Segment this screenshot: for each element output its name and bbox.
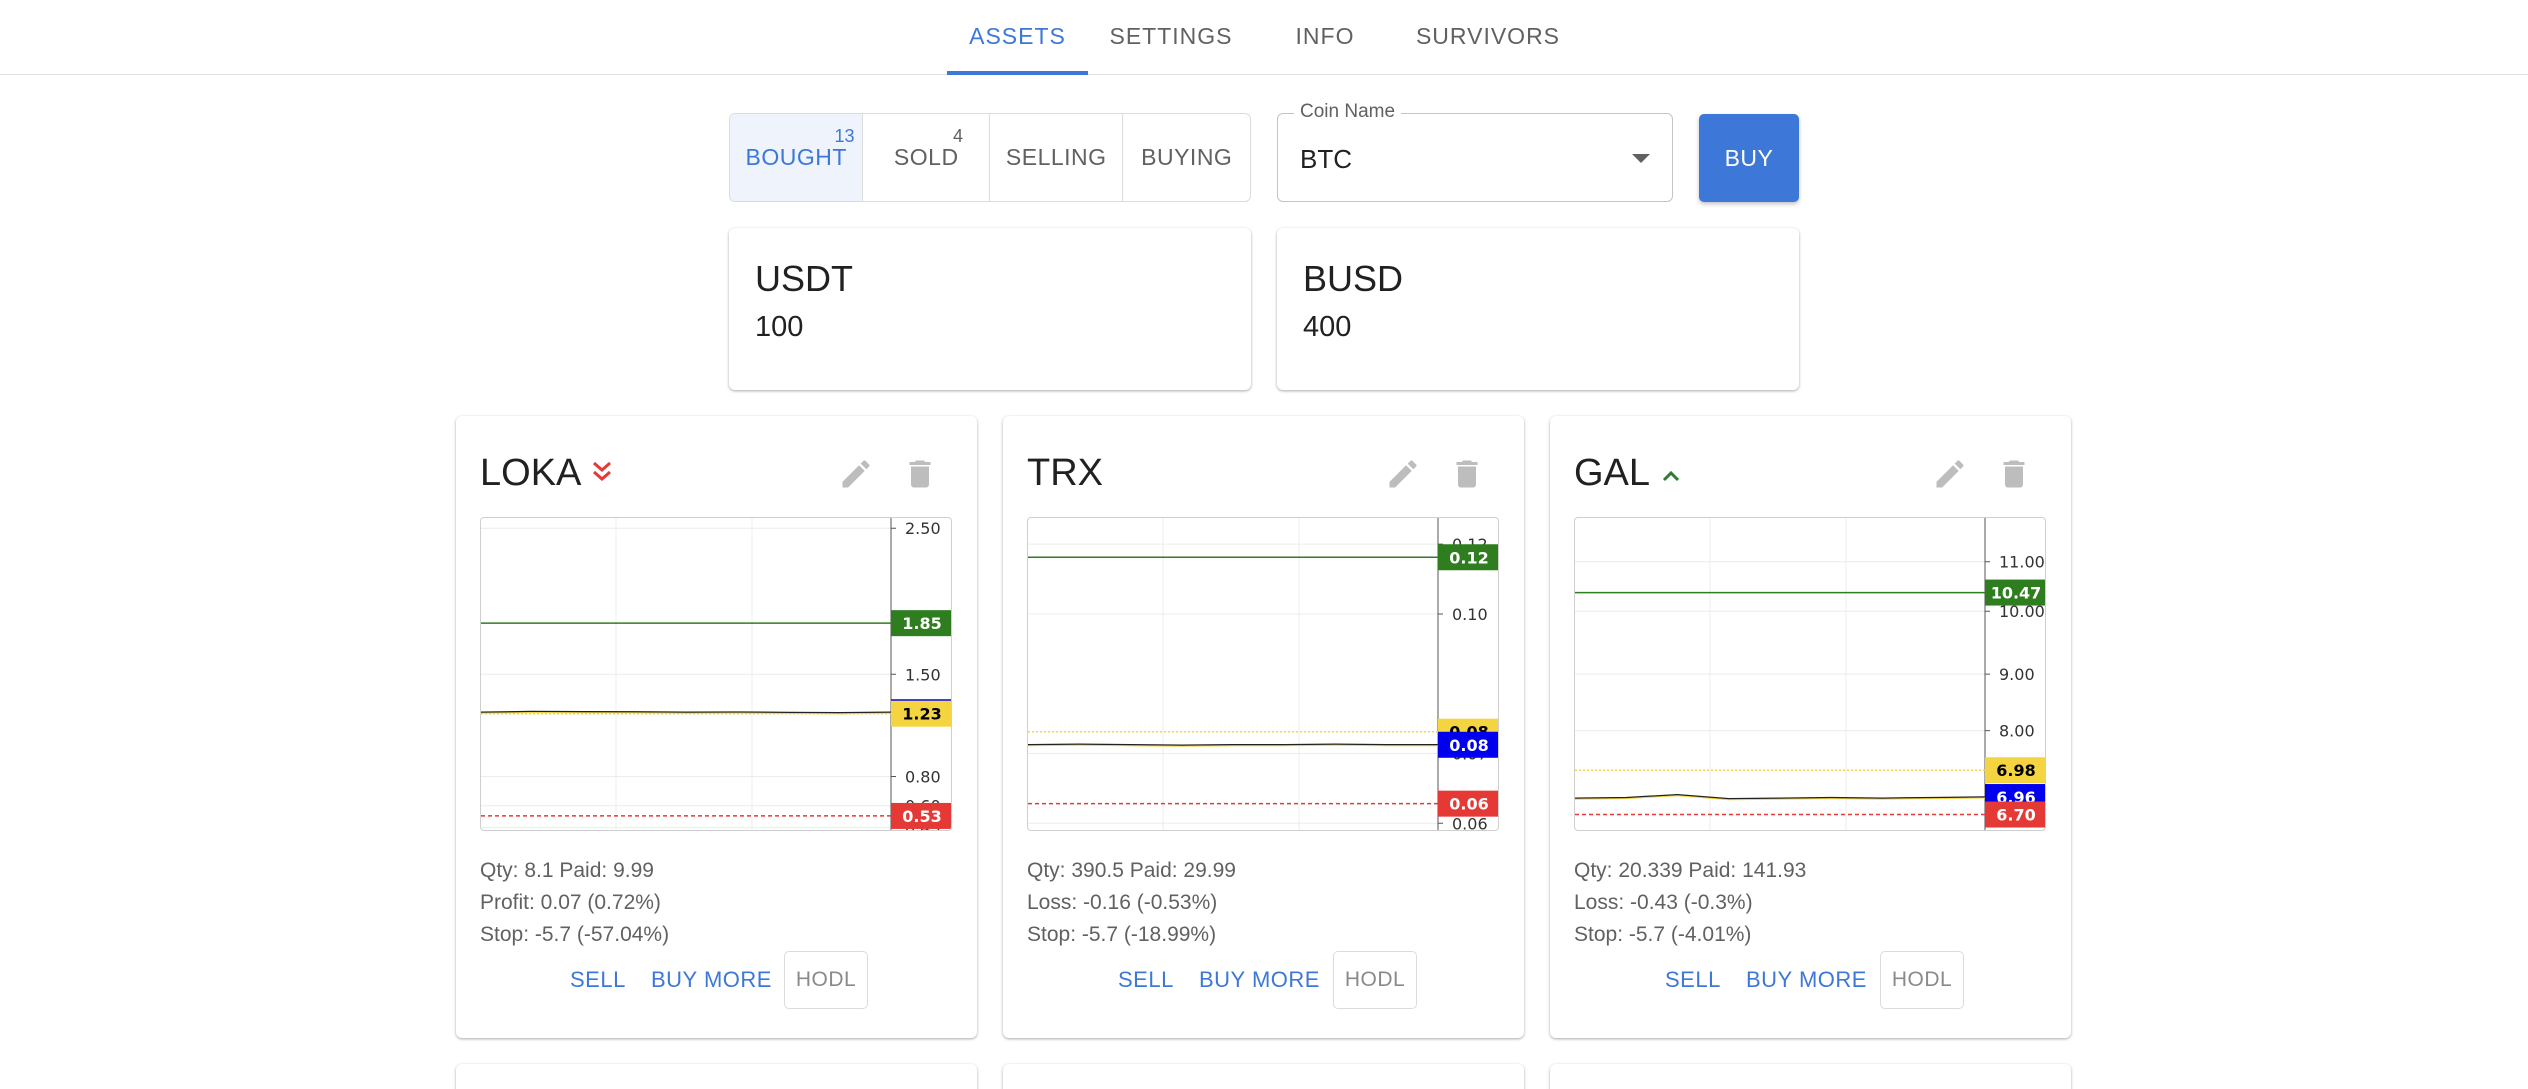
coin-card-partial — [1003, 1064, 1524, 1089]
price-marker-label: 0.12 — [1449, 548, 1488, 567]
filter-count-badge: 4 — [952, 126, 963, 146]
filter-label: SELLING — [1005, 144, 1107, 170]
axis-tick-label: 9.00 — [1999, 665, 2035, 684]
coin-card-loka: LOKA 2.501.500.800.600.451.851.241.230.5… — [456, 416, 977, 1038]
tab-assets[interactable]: ASSETS — [947, 0, 1088, 75]
qty-paid-text: Qty: 8.1 Paid: 9.99 — [480, 859, 654, 882]
axis-tick-label: 2.50 — [905, 519, 941, 538]
price-marker-label: 0.06 — [1449, 795, 1488, 814]
balance-amount: 100 — [755, 311, 804, 343]
profit-loss-text: Profit: 0.07 (0.72%) — [480, 891, 661, 914]
price-marker-label: 0.53 — [902, 807, 941, 826]
price-line-shadow — [1028, 744, 1438, 747]
price-chart: 0.120.100.070.060.120.080.080.06 — [1027, 517, 1499, 831]
filter-label: SOLD — [893, 144, 959, 170]
axis-tick-label: 0.10 — [1452, 605, 1488, 624]
coin-name: TRX — [1027, 452, 1103, 494]
sell-button[interactable]: SELL — [570, 967, 626, 993]
top-tab-bar: ASSETS SETTINGS INFO SURVIVORS — [0, 0, 2528, 75]
coin-name-label: Coin Name — [1294, 101, 1402, 123]
price-chart: 2.501.500.800.600.451.851.241.230.53 — [480, 517, 952, 831]
sell-button[interactable]: SELL — [1665, 967, 1721, 993]
filter-label: BUYING — [1141, 144, 1233, 170]
tab-settings[interactable]: SETTINGS — [1100, 0, 1242, 75]
profit-loss-text: Loss: -0.43 (-0.3%) — [1574, 891, 1753, 914]
filter-count-badge: 13 — [834, 126, 855, 146]
filter-sold[interactable]: SOLD 4 — [863, 114, 990, 201]
trash-icon[interactable] — [1449, 456, 1485, 492]
price-marker-label: 6.98 — [1996, 761, 2035, 780]
tab-info[interactable]: INFO — [1267, 0, 1383, 75]
profit-loss-text: Loss: -0.16 (-0.53%) — [1027, 891, 1218, 914]
filter-selling[interactable]: SELLING — [990, 114, 1124, 201]
axis-tick-label: 8.00 — [1999, 722, 2035, 741]
coin-name-value: BTC — [1300, 144, 1352, 174]
balance-card-usdt: USDT 100 — [729, 228, 1251, 390]
price-marker-label: 1.85 — [902, 614, 941, 633]
balance-amount: 400 — [1303, 311, 1352, 343]
hodl-button[interactable]: HODL — [1333, 951, 1417, 1009]
price-chart: 11.00 10.00 9.00 8.00 10.47 6.98 6.96 6.70 — [1574, 517, 2046, 831]
buy-more-button[interactable]: BUY MORE — [651, 967, 772, 993]
active-tab-indicator — [947, 71, 1088, 75]
axis-tick-label: 11.00 — [1999, 553, 2045, 572]
filter-toggle-group: BOUGHT 13 SOLD 4 SELLING BUYING — [729, 113, 1251, 202]
coin-title: GAL — [1574, 452, 1682, 495]
price-marker-label: 10.47 — [1991, 584, 2042, 603]
buy-button[interactable]: BUY — [1699, 114, 1799, 202]
hodl-button[interactable]: HODL — [1880, 951, 1964, 1009]
coin-name: GAL — [1574, 452, 1651, 494]
coin-name-select[interactable]: Coin Name BTC — [1277, 101, 1673, 202]
coin-card-partial — [1550, 1064, 2071, 1089]
pencil-icon[interactable] — [1385, 456, 1421, 492]
trash-icon[interactable] — [1996, 456, 2032, 492]
stop-text: Stop: -5.7 (-18.99%) — [1027, 923, 1217, 946]
trash-icon[interactable] — [902, 456, 938, 492]
axis-tick-label: 0.80 — [905, 768, 941, 787]
coin-name: LOKA — [480, 452, 582, 494]
pencil-icon[interactable] — [1932, 456, 1968, 492]
coin-title: LOKA — [480, 452, 613, 495]
chevron-down-icon[interactable] — [1632, 154, 1650, 163]
buy-more-button[interactable]: BUY MORE — [1746, 967, 1867, 993]
axis-tick-label: 1.50 — [905, 665, 941, 684]
filter-buying[interactable]: BUYING — [1123, 114, 1250, 201]
price-marker-label: 1.23 — [902, 705, 941, 724]
tab-survivors[interactable]: SURVIVORS — [1405, 0, 1571, 75]
pencil-icon[interactable] — [838, 456, 874, 492]
double-chevron-down-icon — [591, 452, 613, 495]
price-marker-label: 6.70 — [1996, 806, 2035, 825]
price-marker-label: 0.08 — [1449, 736, 1488, 755]
coin-card-gal: GAL 11.00 10.00 9.00 8.00 10.47 6.98 6.96 6.70 … — [1550, 416, 2071, 1038]
qty-paid-text: Qty: 390.5 Paid: 29.99 — [1027, 859, 1236, 882]
balance-currency: BUSD — [1303, 258, 1404, 299]
coin-title: TRX — [1027, 452, 1103, 495]
coin-card-partial — [456, 1064, 977, 1089]
buy-more-button[interactable]: BUY MORE — [1199, 967, 1320, 993]
qty-paid-text: Qty: 20.339 Paid: 141.93 — [1574, 859, 1807, 882]
stop-text: Stop: -5.7 (-57.04%) — [480, 923, 670, 946]
hodl-button[interactable]: HODL — [784, 951, 868, 1009]
axis-tick-label: 0.06 — [1452, 814, 1488, 831]
filter-bought[interactable]: BOUGHT 13 — [730, 114, 864, 201]
stop-text: Stop: -5.7 (-4.01%) — [1574, 923, 1752, 946]
balance-card-busd: BUSD 400 — [1277, 228, 1799, 390]
filter-label: BOUGHT — [745, 144, 847, 170]
chevron-up-icon — [1660, 452, 1682, 495]
coin-card-trx: TRX 0.120.100.070.060.120.080.080.06 Qty… — [1003, 416, 1524, 1038]
balance-currency: USDT — [755, 258, 853, 299]
sell-button[interactable]: SELL — [1118, 967, 1174, 993]
